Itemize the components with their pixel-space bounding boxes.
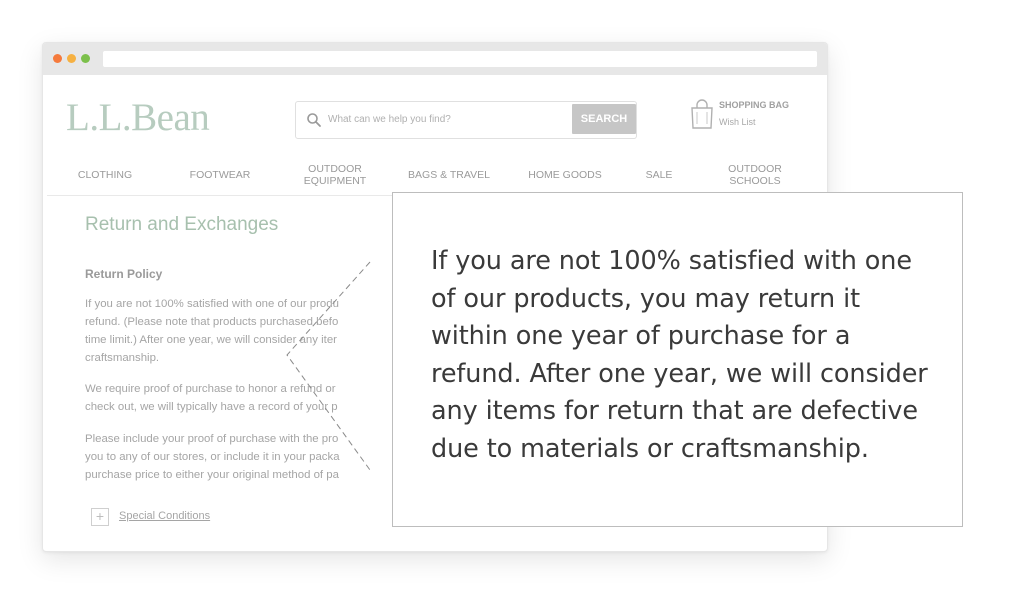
search-box[interactable]: What can we help you find? SEARCH	[295, 101, 637, 139]
text-line: craftsmanship.	[85, 352, 160, 364]
special-conditions-link[interactable]: Special Conditions	[119, 510, 210, 522]
wish-list-link[interactable]: Wish List	[719, 117, 756, 127]
policy-callout: If you are not 100% satisfied with one o…	[392, 192, 963, 527]
nav-home-goods[interactable]: HOME GOODS	[517, 169, 613, 181]
nav-sale[interactable]: SALE	[633, 169, 685, 181]
text-line: you to any of our stores, or include it …	[85, 451, 340, 463]
text-line: time limit.) After one year, we will con…	[85, 334, 337, 346]
text-line: Please include your proof of purchase wi…	[85, 433, 339, 445]
callout-text: If you are not 100% satisfied with one o…	[431, 246, 928, 464]
plus-icon[interactable]: +	[91, 508, 109, 526]
minimize-window-dot[interactable]	[67, 54, 76, 63]
text-line: purchase price to either your original m…	[85, 469, 339, 481]
text-line: We require proof of purchase to honor a …	[85, 383, 336, 395]
shopping-bag-icon[interactable]	[689, 98, 715, 130]
policy-paragraph-1: If you are not 100% satisfied with one o…	[85, 295, 405, 367]
address-bar[interactable]	[103, 51, 817, 67]
close-window-dot[interactable]	[53, 54, 62, 63]
text-line: If you are not 100% satisfied with one o…	[85, 298, 339, 310]
nav-clothing[interactable]: CLOTHING	[61, 169, 149, 181]
nav-outdoor-schools[interactable]: OUTDOOR SCHOOLS	[713, 163, 797, 187]
search-button[interactable]: SEARCH	[572, 104, 636, 134]
search-input[interactable]: What can we help you find?	[328, 114, 451, 125]
nav-outdoor-equipment[interactable]: OUTDOOR EQUIPMENT	[291, 163, 379, 187]
nav-footwear[interactable]: FOOTWEAR	[175, 169, 265, 181]
nav-bags-travel[interactable]: BAGS & TRAVEL	[399, 169, 499, 181]
shopping-bag-link[interactable]: SHOPPING BAG	[719, 100, 789, 110]
text-line: refund. (Please note that products purch…	[85, 316, 339, 328]
search-icon	[307, 113, 321, 127]
site-logo[interactable]: L.L.Bean	[66, 95, 210, 140]
policy-paragraph-2: We require proof of purchase to honor a …	[85, 380, 405, 416]
browser-titlebar	[43, 43, 827, 75]
policy-paragraph-3: Please include your proof of purchase wi…	[85, 430, 405, 484]
page-title: Return and Exchanges	[85, 214, 279, 235]
maximize-window-dot[interactable]	[81, 54, 90, 63]
text-line: check out, we will typically have a reco…	[85, 401, 338, 413]
return-policy-heading: Return Policy	[85, 267, 163, 281]
